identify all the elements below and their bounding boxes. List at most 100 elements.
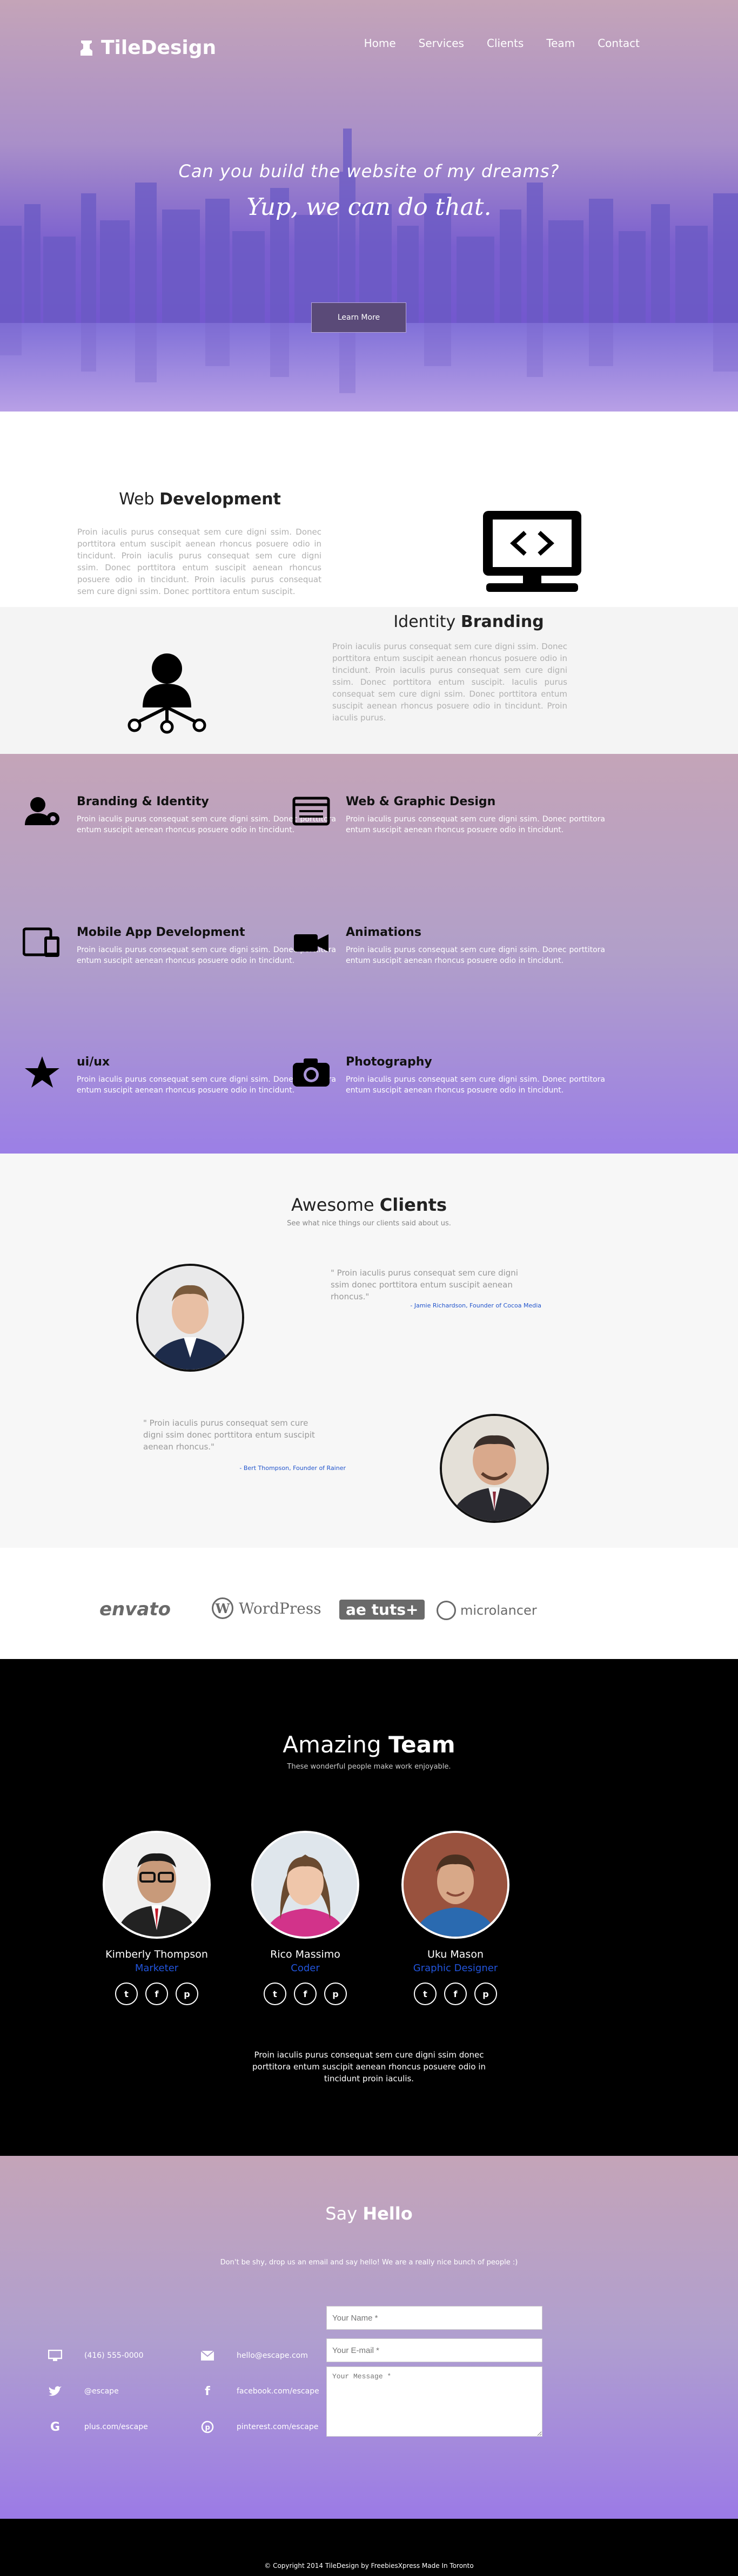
computer-code-icon	[483, 511, 581, 592]
member-avatar	[103, 1831, 211, 1939]
pinterest-icon[interactable]: p	[176, 1982, 198, 2005]
logo-text: TileDesign	[101, 37, 217, 59]
member-avatar	[401, 1831, 509, 1939]
contact-email[interactable]: hello@escape.com	[200, 2349, 308, 2362]
contact-google-text: plus.com/escape	[84, 2423, 148, 2431]
contact-facebook-text: facebook.com/escape	[237, 2387, 319, 2396]
envato-logo: envato	[99, 1599, 171, 1620]
web-dev-title-a: Web	[119, 490, 160, 509]
video-camera-icon	[294, 934, 328, 952]
contact-phone-text: (416) 555-0000	[84, 2351, 144, 2360]
svg-text:p: p	[205, 2424, 210, 2432]
team-title-a: Amazing	[283, 1731, 389, 1758]
email-field[interactable]	[326, 2338, 542, 2362]
hero-answer: Yup, we can do that.	[246, 193, 492, 221]
twitter-icon[interactable]: t	[115, 1982, 138, 2005]
team-title-b: Team	[388, 1731, 455, 1758]
twitter-icon[interactable]: t	[414, 1982, 437, 2005]
web-dev-text: Proin iaculis purus consequat sem cure d…	[77, 527, 321, 596]
feature-photography: Photography Proin iaculis purus consequa…	[293, 1055, 605, 1096]
city-skyline-image	[0, 129, 738, 323]
contact-facebook[interactable]: f facebook.com/escape	[200, 2385, 319, 2398]
nav-team[interactable]: Team	[546, 37, 575, 50]
contact-pinterest[interactable]: p pinterest.com/escape	[200, 2420, 318, 2433]
contact-title: Say Hello	[0, 2203, 738, 2224]
nav-clients[interactable]: Clients	[487, 37, 524, 50]
client-photo	[138, 1266, 242, 1370]
testimonial-author: - Bert Thompson, Founder of Rainer	[239, 1465, 346, 1472]
tutsplus-ae-mark: ae	[346, 1601, 372, 1619]
branding-title: Identity Branding	[332, 612, 605, 631]
web-development-section: Web Development Proin iaculis purus cons…	[0, 412, 738, 607]
microlancer-logo: microlancer	[437, 1601, 537, 1620]
name-field[interactable]	[326, 2306, 542, 2330]
branding-icon	[25, 797, 59, 825]
feature-title: Web & Graphic Design	[346, 795, 496, 808]
twitter-icon[interactable]: t	[264, 1982, 286, 2005]
browser-icon	[292, 797, 330, 826]
client-photo	[442, 1416, 547, 1521]
team-member: Rico Massimo Coder t f p	[246, 1831, 365, 2005]
facebook-icon[interactable]: f	[294, 1982, 317, 2005]
pinterest-icon[interactable]: p	[324, 1982, 347, 2005]
nav-services[interactable]: Services	[419, 37, 464, 50]
contact-section: Say Hello Don't be shy, drop us an email…	[0, 2156, 738, 2519]
member-role: Marketer	[135, 1963, 179, 1974]
features-section: Branding & Identity Proin iaculis purus …	[0, 754, 738, 1154]
member-name: Uku Mason	[427, 1948, 484, 1960]
team-member: Uku Mason Graphic Designer t f p	[396, 1831, 515, 2005]
contact-email-text: hello@escape.com	[237, 2351, 308, 2360]
identity-branding-section: Identity Branding Proin iaculis purus co…	[0, 607, 738, 754]
team-section: Amazing Team These wonderful people make…	[0, 1659, 738, 2156]
team-title: Amazing Team	[0, 1731, 738, 1758]
message-field[interactable]	[326, 2366, 542, 2437]
member-name: Rico Massimo	[270, 1948, 340, 1960]
tutsplus-logo-text: tuts+	[371, 1601, 419, 1619]
star-icon	[25, 1056, 59, 1088]
contact-title-b: Hello	[363, 2203, 413, 2224]
feature-text: Proin iaculis purus consequat sem cure d…	[346, 1075, 605, 1095]
clients-title-a: Awesome	[291, 1195, 380, 1215]
pinterest-icon[interactable]: p	[474, 1982, 497, 2005]
site-logo[interactable]: TileDesign	[78, 37, 216, 59]
network-person-icon	[128, 653, 206, 734]
facebook-icon: f	[205, 2384, 210, 2398]
tutsplus-logo: ae tuts+	[339, 1600, 425, 1620]
facebook-icon[interactable]: f	[444, 1982, 467, 2005]
feature-animations: Animations Proin iaculis purus consequat…	[294, 926, 605, 966]
member-photo	[404, 1833, 507, 1937]
client-avatar	[440, 1414, 549, 1523]
member-socials: t f p	[246, 1982, 365, 2005]
testimonial-quote: " Proin iaculis purus consequat sem cure…	[331, 1268, 518, 1302]
contact-phone: (416) 555-0000	[48, 2349, 144, 2362]
member-avatar	[251, 1831, 359, 1939]
nav-home[interactable]: Home	[364, 37, 396, 50]
devices-icon	[23, 927, 59, 957]
contact-google[interactable]: G plus.com/escape	[48, 2420, 148, 2434]
clients-subtitle: See what nice things our clients said ab…	[287, 1219, 451, 1228]
pinterest-icon: p	[200, 2420, 215, 2433]
hero-section: TileDesign Home Services Clients Team Co…	[0, 0, 738, 412]
nav-contact[interactable]: Contact	[598, 37, 640, 50]
twitter-icon	[48, 2385, 63, 2398]
footer: © Copyright 2014 TileDesign by FreebiesX…	[0, 2519, 738, 2576]
member-socials: t f p	[97, 1982, 216, 2005]
member-name: Kimberly Thompson	[105, 1948, 208, 1960]
clients-section: Awesome Clients See what nice things our…	[0, 1154, 738, 1548]
feature-text: Proin iaculis purus consequat sem cure d…	[346, 946, 605, 965]
member-role: Coder	[291, 1963, 320, 1974]
monitor-icon	[48, 2349, 63, 2362]
microlancer-logo-text: microlancer	[460, 1603, 537, 1618]
branding-title-a: Identity	[393, 612, 461, 631]
mail-icon	[200, 2349, 215, 2362]
testimonial-quote: " Proin iaculis purus consequat sem cure…	[143, 1418, 315, 1452]
city-reflection-image	[0, 323, 738, 393]
copyright-text: © Copyright 2014 TileDesign by FreebiesX…	[264, 2562, 474, 2570]
member-photo	[105, 1833, 209, 1937]
contact-twitter[interactable]: @escape	[48, 2385, 119, 2398]
team-subtitle: These wonderful people make work enjoyab…	[287, 1763, 451, 1771]
facebook-icon[interactable]: f	[145, 1982, 168, 2005]
learn-more-button[interactable]: Learn More	[311, 302, 406, 333]
tile-logo-icon	[80, 40, 92, 56]
google-icon: G	[50, 2420, 61, 2434]
